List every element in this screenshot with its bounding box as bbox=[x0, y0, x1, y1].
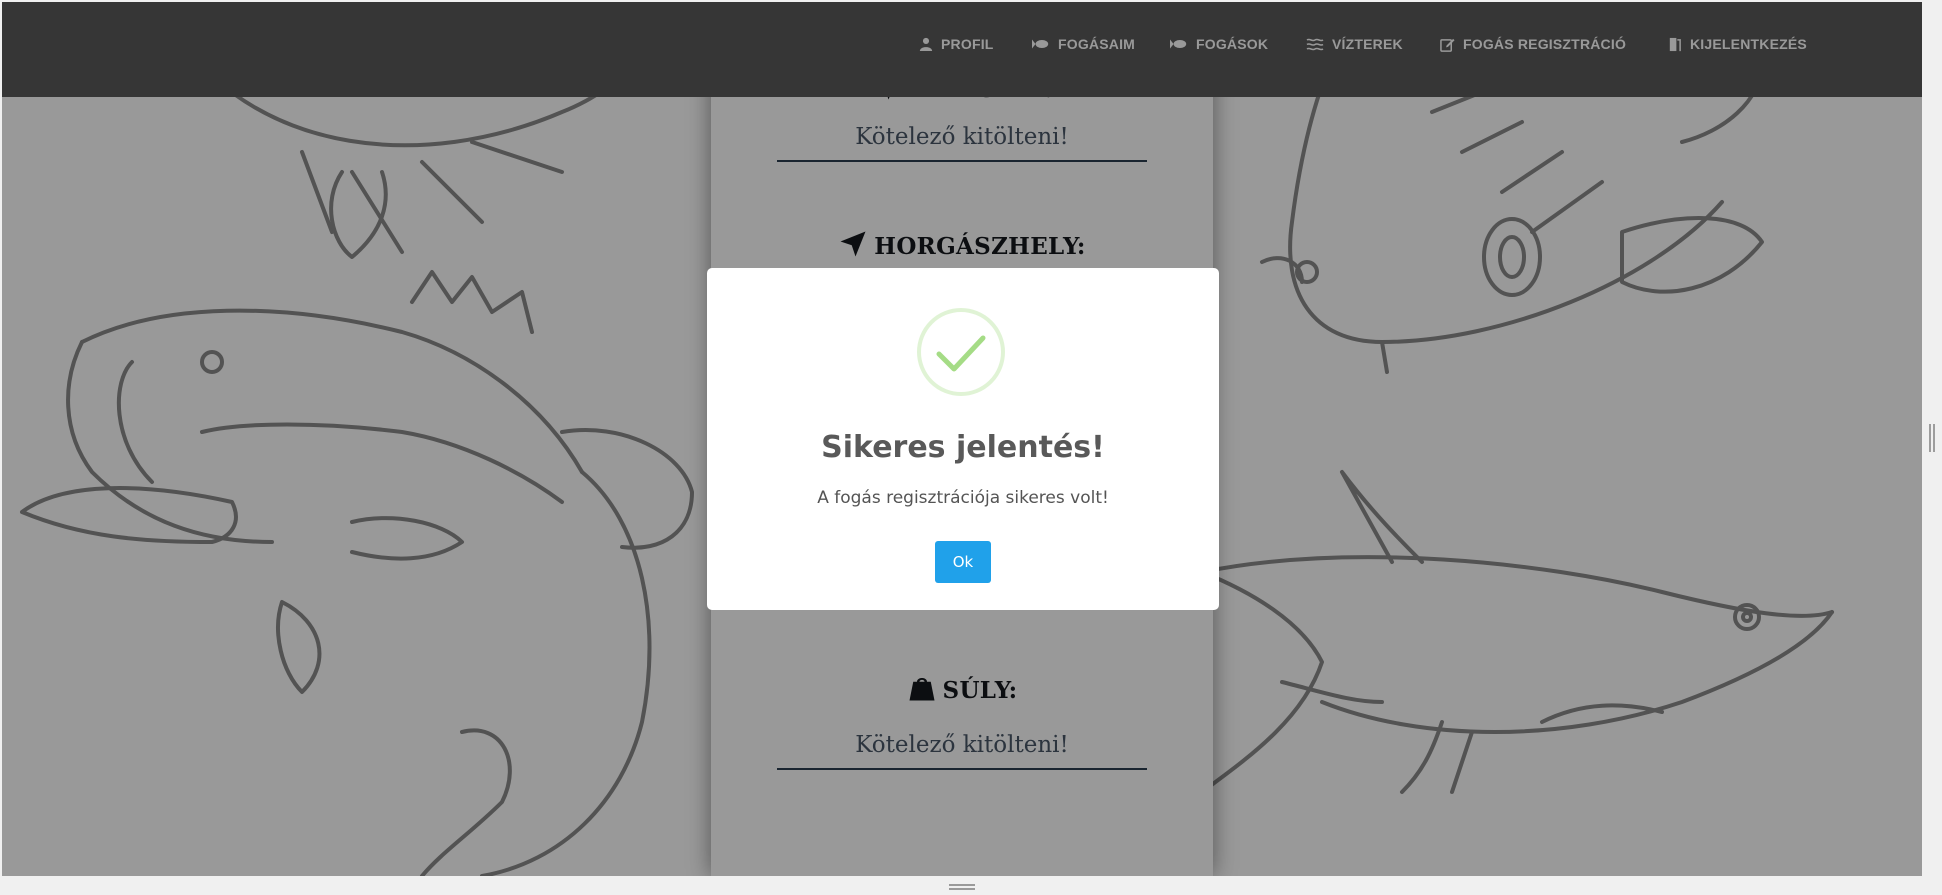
checkmark-icon bbox=[936, 335, 986, 372]
ok-button[interactable]: Ok bbox=[935, 541, 991, 583]
resize-handle-icon[interactable] bbox=[1929, 424, 1935, 452]
dialog-message: A fogás regisztrációja sikeres volt! bbox=[817, 488, 1109, 508]
dialog-title: Sikeres jelentés! bbox=[821, 430, 1105, 465]
success-dialog: Sikeres jelentés! A fogás regisztrációja… bbox=[707, 268, 1219, 610]
resize-handle-icon[interactable] bbox=[949, 884, 975, 890]
success-check-icon bbox=[917, 308, 1005, 396]
browser-viewport: 222222 HELYSZÍN: Kötelező kitölteni! HOR… bbox=[2, 2, 1922, 876]
